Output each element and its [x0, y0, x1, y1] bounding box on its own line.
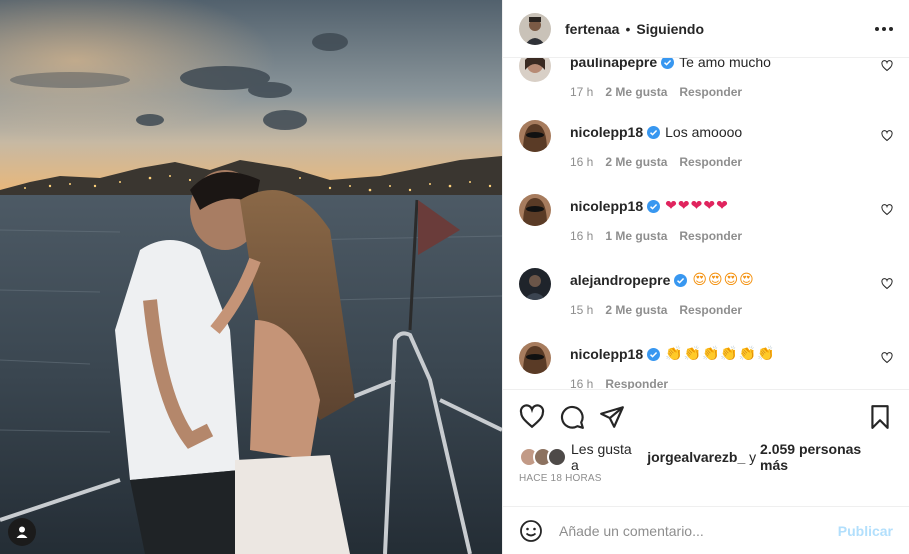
comment-username[interactable]: nicolepp18 [570, 123, 643, 141]
verified-badge-icon [647, 347, 661, 361]
comment-likes[interactable]: 2 Me gusta [605, 303, 667, 317]
comment-item: paulinapepre Te amo mucho 17 h 2 Me gust… [519, 58, 893, 110]
bookmark-icon[interactable] [867, 404, 893, 430]
like-comment-icon[interactable] [881, 278, 893, 290]
commenter-avatar[interactable] [519, 120, 551, 152]
liker-username[interactable]: jorgealvarezb_ [647, 449, 745, 465]
likes-count[interactable]: 2.059 personas más [760, 441, 893, 473]
reply-button[interactable]: Responder [605, 377, 668, 389]
post-actions [503, 389, 909, 443]
reply-button[interactable]: Responder [679, 229, 742, 243]
like-comment-icon[interactable] [881, 60, 893, 72]
comment-likes[interactable]: 1 Me gusta [605, 229, 667, 243]
comments-list[interactable]: paulinapepre Te amo mucho 17 h 2 Me gust… [503, 58, 909, 389]
heart-icon[interactable] [519, 403, 545, 430]
comment-time[interactable]: 17 h [570, 85, 593, 99]
user-tag-icon[interactable] [8, 518, 36, 546]
comment-time[interactable]: 15 h [570, 303, 593, 317]
comment-likes[interactable]: 2 Me gusta [605, 85, 667, 99]
comment-username[interactable]: nicolepp18 [570, 345, 643, 363]
comment-text: 👏👏👏👏👏👏 [665, 346, 776, 362]
add-comment-bar: Publicar [503, 506, 909, 554]
likes-prefix: Les gusta a [571, 441, 632, 473]
comment-item: alejandropepre 😍😍😍😍 15 h 2 Me gusta Resp… [519, 268, 893, 328]
comment-time[interactable]: 16 h [570, 377, 593, 389]
verified-badge-icon [674, 273, 688, 287]
commenter-avatar[interactable] [519, 342, 551, 374]
publish-button[interactable]: Publicar [838, 523, 893, 539]
post-timestamp[interactable]: HACE 18 HORAS [503, 471, 909, 493]
post-photo[interactable] [0, 0, 502, 554]
author-username[interactable]: fertenaa [565, 21, 619, 37]
post-header: fertenaa • Siguiendo [503, 0, 909, 58]
comment-item: nicolepp18 Los amoooo 16 h 2 Me gusta Re… [519, 120, 893, 180]
reply-button[interactable]: Responder [679, 85, 742, 99]
commenter-avatar[interactable] [519, 58, 551, 82]
more-options-icon[interactable] [875, 21, 893, 37]
comment-text: ❤❤❤❤❤ [665, 198, 729, 214]
reply-button[interactable]: Responder [679, 303, 742, 317]
liker-avatars[interactable] [519, 447, 567, 467]
commenter-avatar[interactable] [519, 268, 551, 300]
likes-summary: Les gusta a jorgealvarezb_ y 2.059 perso… [503, 441, 909, 473]
comment-icon[interactable] [559, 404, 585, 430]
comment-item: nicolepp18 ❤❤❤❤❤ 16 h 1 Me gusta Respond… [519, 194, 893, 254]
comment-time[interactable]: 16 h [570, 155, 593, 169]
header-separator: • [625, 20, 631, 37]
comment-text: 😍😍😍😍 [692, 272, 755, 288]
comment-time[interactable]: 16 h [570, 229, 593, 243]
comment-username[interactable]: paulinapepre [570, 58, 657, 71]
author-avatar[interactable] [519, 12, 551, 45]
commenter-avatar[interactable] [519, 194, 551, 226]
comment-username[interactable]: alejandropepre [570, 271, 670, 289]
like-comment-icon[interactable] [881, 352, 893, 364]
comment-text: Te amo mucho [679, 58, 771, 70]
comment-text: Los amoooo [665, 124, 743, 140]
like-comment-icon[interactable] [881, 204, 893, 216]
emoji-icon[interactable] [519, 519, 543, 543]
share-icon[interactable] [599, 404, 625, 430]
reply-button[interactable]: Responder [679, 155, 742, 169]
comment-username[interactable]: nicolepp18 [570, 197, 643, 215]
verified-badge-icon [647, 125, 661, 139]
comment-item: nicolepp18 👏👏👏👏👏👏 16 h Responder [519, 342, 893, 389]
comment-input[interactable] [559, 522, 830, 539]
likes-conj: y [749, 449, 757, 465]
verified-badge-icon [661, 58, 675, 69]
following-button[interactable]: Siguiendo [636, 21, 704, 37]
like-comment-icon[interactable] [881, 130, 893, 142]
post-details-panel: fertenaa • Siguiendo paulinapepre Te amo… [502, 0, 909, 554]
comment-likes[interactable]: 2 Me gusta [605, 155, 667, 169]
verified-badge-icon [647, 199, 661, 213]
